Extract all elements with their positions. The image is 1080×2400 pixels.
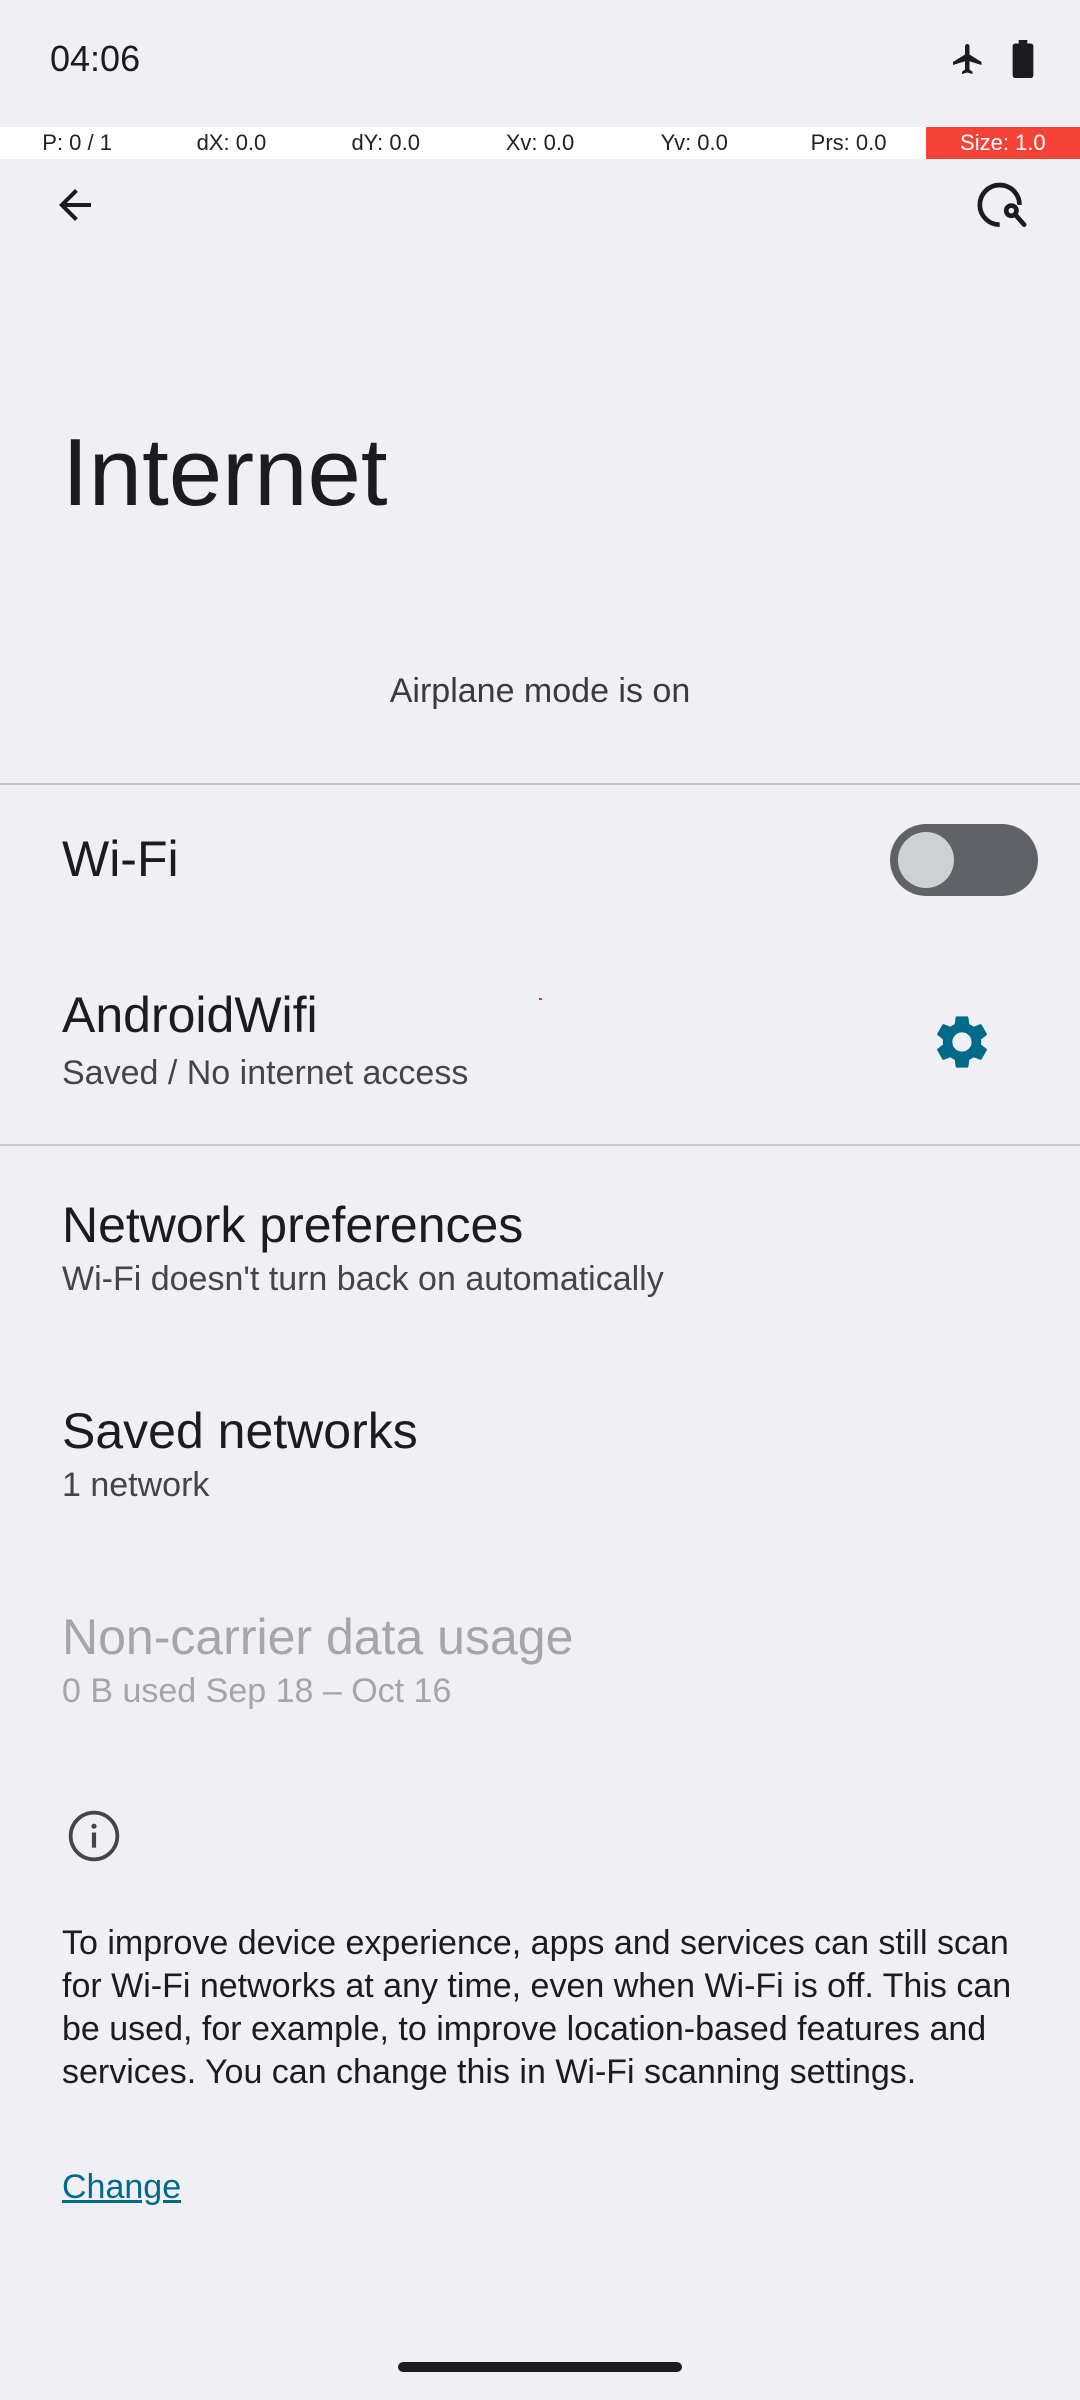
wifi-scanning-info-text: To improve device experience, apps and s… — [62, 1924, 1012, 2091]
change-link[interactable]: Change — [62, 2168, 181, 2207]
network-preferences-item[interactable]: Network preferences Wi-Fi doesn't turn b… — [0, 1180, 1080, 1320]
pointer-cell-prs: Prs: 0.0 — [771, 127, 926, 159]
info-icon — [66, 1808, 122, 1864]
network-preferences-title: Network preferences — [62, 1197, 524, 1253]
pointer-cell-dx: dX: 0.0 — [154, 127, 309, 159]
battery-icon — [1012, 40, 1034, 78]
pointer-cell-xv: Xv: 0.0 — [462, 127, 618, 159]
saved-networks-item[interactable]: Saved networks 1 network — [0, 1386, 1080, 1526]
status-icons — [950, 40, 1034, 78]
network-settings-button[interactable] — [930, 1010, 994, 1074]
data-usage-item: Non-carrier data usage 0 B used Sep 18 –… — [0, 1592, 1080, 1732]
back-button[interactable] — [40, 170, 110, 240]
page-title: Internet — [62, 419, 388, 526]
data-usage-subtitle: 0 B used Sep 18 – Oct 16 — [62, 1672, 452, 1710]
status-time: 04:06 — [50, 38, 141, 79]
wifi-label: Wi-Fi — [62, 831, 179, 887]
saved-networks-subtitle: 1 network — [62, 1466, 210, 1504]
data-usage-title: Non-carrier data usage — [62, 1609, 574, 1665]
troubleshoot-icon — [977, 182, 1027, 228]
arrow-back-icon — [59, 189, 91, 221]
network-name: AndroidWifi — [62, 987, 318, 1043]
network-status: Saved / No internet access — [62, 1054, 469, 1092]
wifi-toggle[interactable] — [890, 824, 1038, 896]
airplane-mode-banner: Airplane mode is on — [389, 672, 691, 710]
pointer-cell-yv: Yv: 0.0 — [617, 127, 772, 159]
saved-networks-title: Saved networks — [62, 1403, 418, 1459]
airplane-icon — [953, 44, 982, 74]
toggle-knob — [898, 832, 954, 888]
pointer-cell-p: P: 0 / 1 — [0, 127, 155, 159]
pointer-cell-size: Size: 1.0 — [925, 127, 1080, 159]
network-item-androidwifi[interactable]: AndroidWifi Saved / No internet access — [0, 970, 880, 1120]
divider — [0, 783, 1080, 785]
home-gesture-bar[interactable] — [398, 2362, 682, 2372]
gear-icon — [937, 1016, 987, 1068]
divider — [0, 1144, 1080, 1146]
network-preferences-subtitle: Wi-Fi doesn't turn back on automatically — [62, 1260, 664, 1298]
touch-dot — [539, 998, 542, 1000]
pointer-location-bar: P: 0 / 1 dX: 0.0 dY: 0.0 Xv: 0.0 Yv: 0.0… — [0, 127, 1080, 159]
troubleshoot-button[interactable] — [964, 168, 1040, 244]
pointer-cell-dy: dY: 0.0 — [308, 127, 463, 159]
